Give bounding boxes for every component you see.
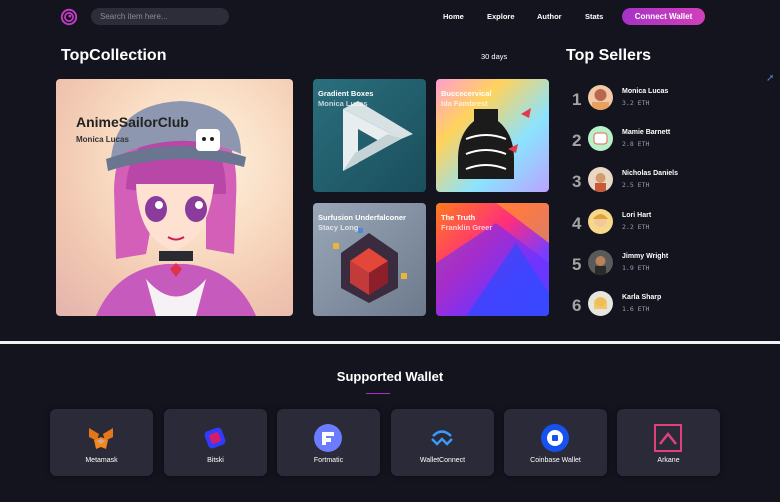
seller-name: Nicholas Daniels — [622, 170, 679, 177]
avatar — [588, 291, 613, 316]
arkane-icon — [654, 424, 682, 452]
seller-row[interactable]: 6 Karla Sharp 1.6 ETH — [572, 289, 722, 321]
wallet-coinbase[interactable]: Coinbase Wallet — [504, 409, 607, 476]
collection-title: Surfusion Underfalconer — [318, 213, 406, 222]
wallet-label: Arkane — [657, 457, 680, 464]
period-selector[interactable]: 30 days — [481, 52, 507, 61]
collection-author: Stacy Long — [318, 223, 359, 232]
seller-name: Jimmy Wright — [622, 253, 669, 260]
fortmatic-icon — [314, 424, 342, 452]
collection-author: Monica Lucas — [318, 99, 368, 108]
collection-card-buccecervical[interactable]: Buccecervical Ida Fambrest — [436, 79, 549, 192]
wallet-label: WalletConnect — [419, 457, 466, 464]
nav-stats[interactable]: Stats — [585, 12, 603, 21]
seller-eth: 1.6 ETH — [622, 305, 650, 313]
supported-wallet-title: Supported Wallet — [336, 369, 444, 384]
seller-name: Lori Hart — [622, 212, 652, 219]
avatar — [588, 85, 613, 110]
nav-home[interactable]: Home — [443, 12, 464, 21]
wallet-metamask[interactable]: Metamask — [50, 409, 153, 476]
avatar — [588, 167, 613, 192]
top-sellers-title: Top Sellers — [566, 47, 652, 64]
seller-rank: 6 — [572, 296, 582, 315]
seller-name: Mamie Barnett — [622, 129, 671, 136]
collection-author: Ida Fambrest — [441, 99, 488, 108]
wallet-walletconnect[interactable]: WalletConnect — [391, 409, 494, 476]
featured-collection-title: AnimeSailorClub — [76, 114, 189, 130]
seller-row[interactable]: 4 Lori Hart 2.2 ETH — [572, 207, 722, 239]
search-input[interactable]: Search item here... — [91, 8, 229, 25]
seller-rank: 5 — [572, 255, 582, 274]
section-divider — [0, 341, 780, 344]
avatar — [588, 209, 613, 234]
wallet-fortmatic[interactable]: Fortmatic — [277, 409, 380, 476]
collection-author: Franklin Greer — [441, 223, 493, 232]
collection-card-the-truth[interactable]: The Truth Franklin Greer — [436, 203, 549, 316]
seller-eth: 2.2 ETH — [622, 223, 650, 231]
seller-rank: 4 — [572, 214, 582, 233]
nav-explore[interactable]: Explore — [487, 12, 515, 21]
top-collection-title: TopCollection — [61, 47, 167, 64]
collection-title: The Truth — [441, 213, 476, 222]
seller-rank: 1 — [572, 90, 582, 109]
walletconnect-icon — [431, 430, 453, 446]
collection-card-gradient-boxes[interactable]: Gradient Boxes Monica Lucas — [313, 79, 426, 192]
wallet-label: Fortmatic — [313, 457, 344, 464]
wallet-label: Coinbase Wallet — [530, 457, 581, 464]
collection-card-surfusion[interactable]: Surfusion Underfalconer Stacy Long — [313, 203, 426, 316]
avatar — [588, 126, 613, 151]
nav-author[interactable]: Author — [537, 12, 562, 21]
seller-rank: 3 — [572, 172, 582, 191]
coinbase-icon — [541, 424, 569, 452]
seller-row[interactable]: 1 Monica Lucas 3.2 ETH — [572, 83, 722, 115]
seller-row[interactable]: 3 Nicholas Daniels 2.5 ETH — [572, 165, 722, 197]
seller-eth: 3.2 ETH — [622, 99, 650, 107]
avatar — [588, 250, 613, 275]
wallet-label: Bitski — [207, 457, 224, 464]
bitski-icon — [204, 427, 226, 449]
wallet-label: Metamask — [85, 457, 118, 464]
collection-title: Buccecervical — [441, 89, 492, 98]
seller-eth: 2.5 ETH — [622, 181, 650, 189]
seller-row[interactable]: 2 Mamie Barnett 2.8 ETH — [572, 124, 722, 156]
seller-name: Karla Sharp — [622, 294, 662, 301]
title-underline — [366, 393, 390, 394]
seller-rank: 2 — [572, 131, 582, 150]
seller-row[interactable]: 5 Jimmy Wright 1.9 ETH — [572, 248, 722, 280]
wallet-bitski[interactable]: Bitski — [164, 409, 267, 476]
collection-title: Gradient Boxes — [318, 89, 374, 98]
metamask-icon — [89, 428, 113, 449]
seller-eth: 1.9 ETH — [622, 264, 650, 272]
scroll-arrow-icon[interactable]: ➚ — [766, 73, 774, 84]
seller-name: Monica Lucas — [622, 88, 669, 95]
featured-collection-author: Monica Lucas — [76, 135, 129, 144]
seller-eth: 2.8 ETH — [622, 140, 650, 148]
connect-wallet-button[interactable]: Connect Wallet — [622, 8, 705, 25]
featured-collection-card[interactable]: AnimeSailorClub Monica Lucas — [56, 79, 293, 316]
wallet-arkane[interactable]: Arkane — [617, 409, 720, 476]
logo-icon[interactable] — [60, 8, 78, 26]
